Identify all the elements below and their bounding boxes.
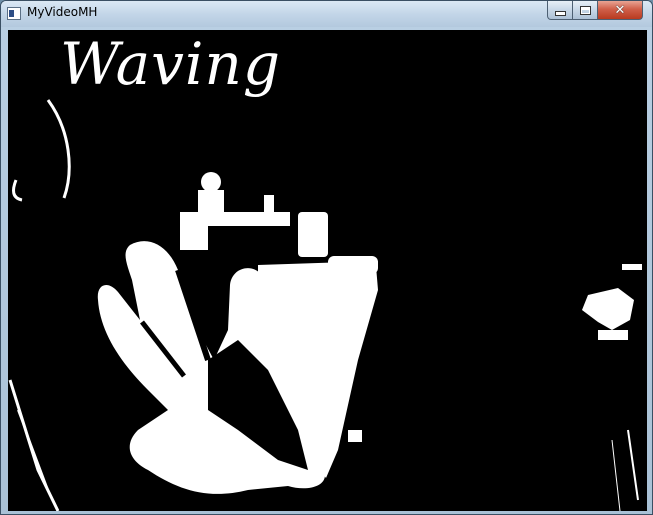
minimize-icon [554, 10, 566, 16]
app-icon[interactable] [7, 7, 21, 20]
window-title: MyVideoMH [27, 5, 98, 19]
gesture-label: Waving [60, 30, 281, 98]
minimize-button[interactable] [547, 1, 573, 20]
app-window: MyVideoMH ✕ Waving [0, 0, 653, 515]
maximize-button[interactable] [572, 1, 598, 20]
close-button[interactable]: ✕ [597, 1, 643, 20]
close-icon: ✕ [614, 2, 626, 18]
maximize-icon [579, 5, 591, 15]
binary-mask-image [8, 30, 647, 511]
video-frame: Waving [8, 30, 647, 511]
